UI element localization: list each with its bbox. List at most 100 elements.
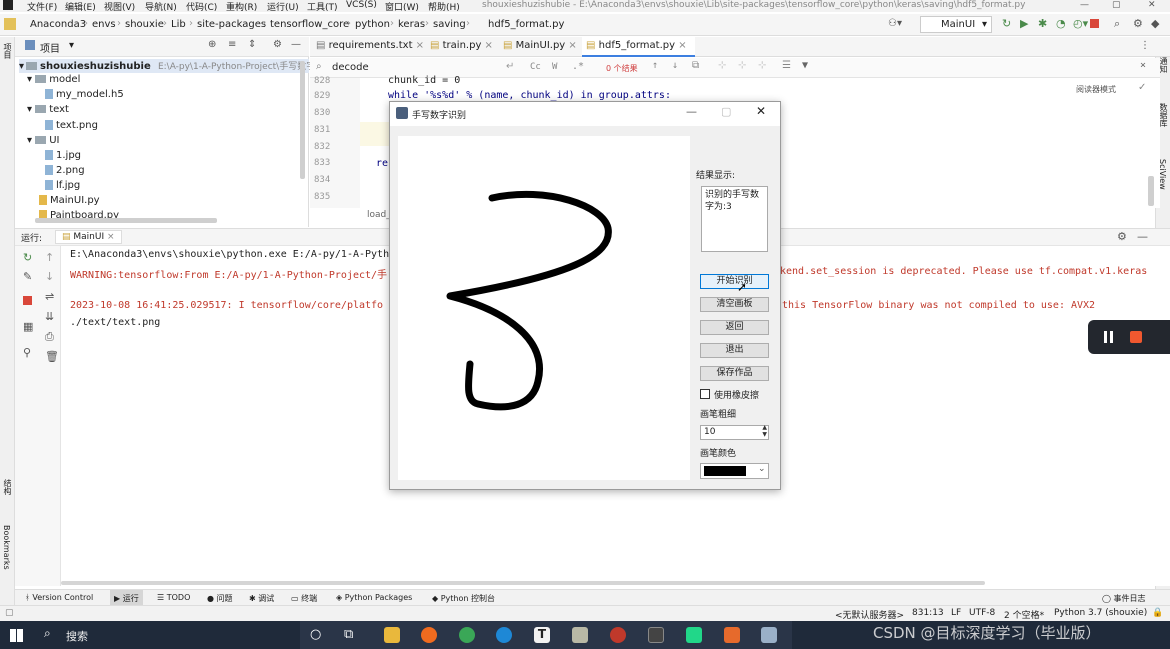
- status-line-sep[interactable]: LF: [951, 608, 961, 618]
- regex-toggle-icon[interactable]: .*: [572, 61, 584, 72]
- app-icon[interactable]: [572, 627, 588, 643]
- exit-button[interactable]: 退出: [700, 343, 769, 358]
- gear-icon[interactable]: ⚙: [1117, 230, 1127, 243]
- settings-icon[interactable]: ⚙: [1133, 17, 1143, 30]
- maximize-icon[interactable]: ▢: [721, 105, 731, 118]
- close-icon[interactable]: ×: [675, 40, 686, 51]
- breadcrumb-item[interactable]: python: [355, 19, 390, 30]
- stop-icon[interactable]: [23, 296, 32, 305]
- spin-down-icon[interactable]: ▼: [762, 432, 767, 438]
- tree-item-file[interactable]: text.png: [45, 120, 98, 131]
- hide-icon[interactable]: —: [291, 39, 301, 50]
- breadcrumb-item[interactable]: Lib: [171, 19, 186, 30]
- minimize-icon[interactable]: —: [1080, 0, 1089, 10]
- tab-requirements[interactable]: ▤ requirements.txt ×: [316, 40, 424, 51]
- eraser-checkbox[interactable]: [700, 389, 710, 399]
- menu-edit[interactable]: 编辑(E): [65, 0, 96, 13]
- run-tab-mainui[interactable]: ▤ MainUI ×: [55, 230, 122, 244]
- horizontal-scrollbar[interactable]: [35, 218, 217, 223]
- tool-terminal[interactable]: ▭ 终端: [291, 593, 317, 604]
- arrow-down-icon[interactable]: ↓: [672, 60, 678, 71]
- terminal-icon[interactable]: [648, 627, 664, 643]
- wrench-icon[interactable]: ✎: [23, 270, 32, 283]
- project-header-label[interactable]: 项目: [40, 40, 60, 55]
- arrow-up-icon[interactable]: ↑: [45, 251, 54, 264]
- trash-icon[interactable]: 🗑: [45, 350, 59, 363]
- run-config-select[interactable]: MainUI ▾: [920, 16, 992, 33]
- debug-icon[interactable]: ✱: [1038, 17, 1047, 30]
- add-occurrence-icon[interactable]: ⊹: [718, 60, 726, 71]
- chevron-down-icon[interactable]: ▾: [69, 40, 74, 51]
- rerun-icon[interactable]: ↻: [23, 251, 32, 264]
- tree-item-file[interactable]: MainUI.py: [39, 195, 100, 206]
- tree-item-folder[interactable]: ▾ model: [27, 74, 80, 85]
- bookmarks-tool-tab[interactable]: Bookmarks: [2, 525, 11, 570]
- status-encoding[interactable]: UTF-8: [969, 608, 995, 618]
- arrow-up-icon[interactable]: ↑: [652, 60, 658, 71]
- tab-hdf5-format[interactable]: ▤ hdf5_format.py ×: [582, 37, 695, 57]
- project-root-row[interactable]: ▾ shouxieshuzishubie E:\A-py\1-A-Python-P…: [19, 59, 324, 73]
- minimize-icon[interactable]: —: [686, 105, 697, 118]
- tool-python-packages[interactable]: ◈ Python Packages: [336, 593, 412, 602]
- close-icon[interactable]: ✕: [756, 104, 766, 118]
- tree-item-file[interactable]: 2.png: [45, 165, 85, 176]
- recorder-icon[interactable]: [610, 627, 626, 643]
- structure-tool-tab[interactable]: 结构: [2, 479, 13, 495]
- expand-all-icon[interactable]: ⇕: [248, 39, 256, 50]
- clear-canvas-button[interactable]: 清空画板: [700, 297, 769, 312]
- soft-wrap-icon[interactable]: ⇌: [45, 290, 54, 303]
- profile-icon[interactable]: ◴▾: [1073, 17, 1088, 30]
- run-icon[interactable]: ▶: [1020, 17, 1028, 30]
- tool-todo[interactable]: ☰ TODO: [157, 593, 190, 602]
- menu-help[interactable]: 帮助(H): [428, 0, 460, 13]
- menu-window[interactable]: 窗口(W): [385, 0, 419, 13]
- arrow-down-icon[interactable]: ↓: [45, 270, 54, 283]
- tree-item-folder[interactable]: ▾ text: [27, 104, 69, 115]
- file-explorer-icon[interactable]: [384, 627, 400, 643]
- more-tabs-icon[interactable]: ⋮: [1140, 40, 1150, 51]
- print-icon[interactable]: ⎙: [45, 330, 54, 344]
- hide-icon[interactable]: —: [1137, 230, 1148, 243]
- breadcrumb-item[interactable]: site-packages: [197, 19, 266, 30]
- whole-words-toggle[interactable]: W: [552, 62, 557, 72]
- menu-refactor[interactable]: 重构(R): [226, 0, 257, 13]
- match-case-toggle[interactable]: Cc: [530, 62, 541, 72]
- tool-event-log[interactable]: ◯ 事件日志: [1102, 593, 1146, 604]
- tool-problems[interactable]: ● 问题: [207, 593, 233, 604]
- menu-view[interactable]: 视图(V): [104, 0, 135, 13]
- breadcrumb-item[interactable]: keras: [398, 19, 425, 30]
- pycharm-icon[interactable]: [686, 627, 702, 643]
- close-icon[interactable]: ×: [481, 40, 493, 51]
- cortana-icon[interactable]: ○: [310, 627, 321, 642]
- tree-item-folder[interactable]: ▾ UI: [27, 135, 59, 146]
- menu-vcs[interactable]: VCS(S): [346, 0, 377, 10]
- menu-tools[interactable]: 工具(T): [307, 0, 338, 13]
- newline-icon[interactable]: ↵: [506, 61, 514, 72]
- menu-navigate[interactable]: 导航(N): [145, 0, 177, 13]
- close-icon[interactable]: ×: [104, 232, 115, 242]
- close-icon[interactable]: ×: [413, 40, 424, 51]
- rerun-icon[interactable]: ↻: [1002, 17, 1011, 30]
- vertical-scrollbar[interactable]: [1148, 176, 1154, 206]
- locate-icon[interactable]: ⊕: [208, 39, 216, 50]
- tool-version-control[interactable]: ᚼ Version Control: [25, 593, 93, 602]
- tool-python-console[interactable]: ◆ Python 控制台: [432, 593, 495, 604]
- status-caret[interactable]: 831:13: [912, 608, 944, 618]
- coverage-icon[interactable]: ◔: [1056, 17, 1066, 30]
- filter-icon[interactable]: ▼: [802, 60, 808, 71]
- tree-item-file[interactable]: lf.jpg: [45, 180, 80, 191]
- reader-mode-toggle[interactable]: 阅读器模式: [1076, 84, 1116, 95]
- edge-icon[interactable]: [496, 627, 512, 643]
- pause-icon[interactable]: [1104, 331, 1107, 343]
- project-tool-tab[interactable]: 项目: [2, 43, 13, 59]
- scroll-to-end-icon[interactable]: ⇊: [45, 310, 54, 323]
- task-view-icon[interactable]: ⧉: [344, 627, 353, 642]
- start-recognition-button[interactable]: 开始识别: [700, 274, 769, 289]
- lock-icon[interactable]: 🔒: [1152, 608, 1163, 618]
- drawing-canvas[interactable]: [398, 136, 690, 480]
- menu-code[interactable]: 代码(C): [186, 0, 217, 13]
- status-interpreter[interactable]: Python 3.7 (shouxie): [1054, 608, 1147, 618]
- tool-run[interactable]: ▶ 运行: [110, 590, 143, 605]
- status-indent[interactable]: 2 个空格*: [1004, 608, 1044, 621]
- maximize-icon[interactable]: ▢: [1112, 0, 1121, 10]
